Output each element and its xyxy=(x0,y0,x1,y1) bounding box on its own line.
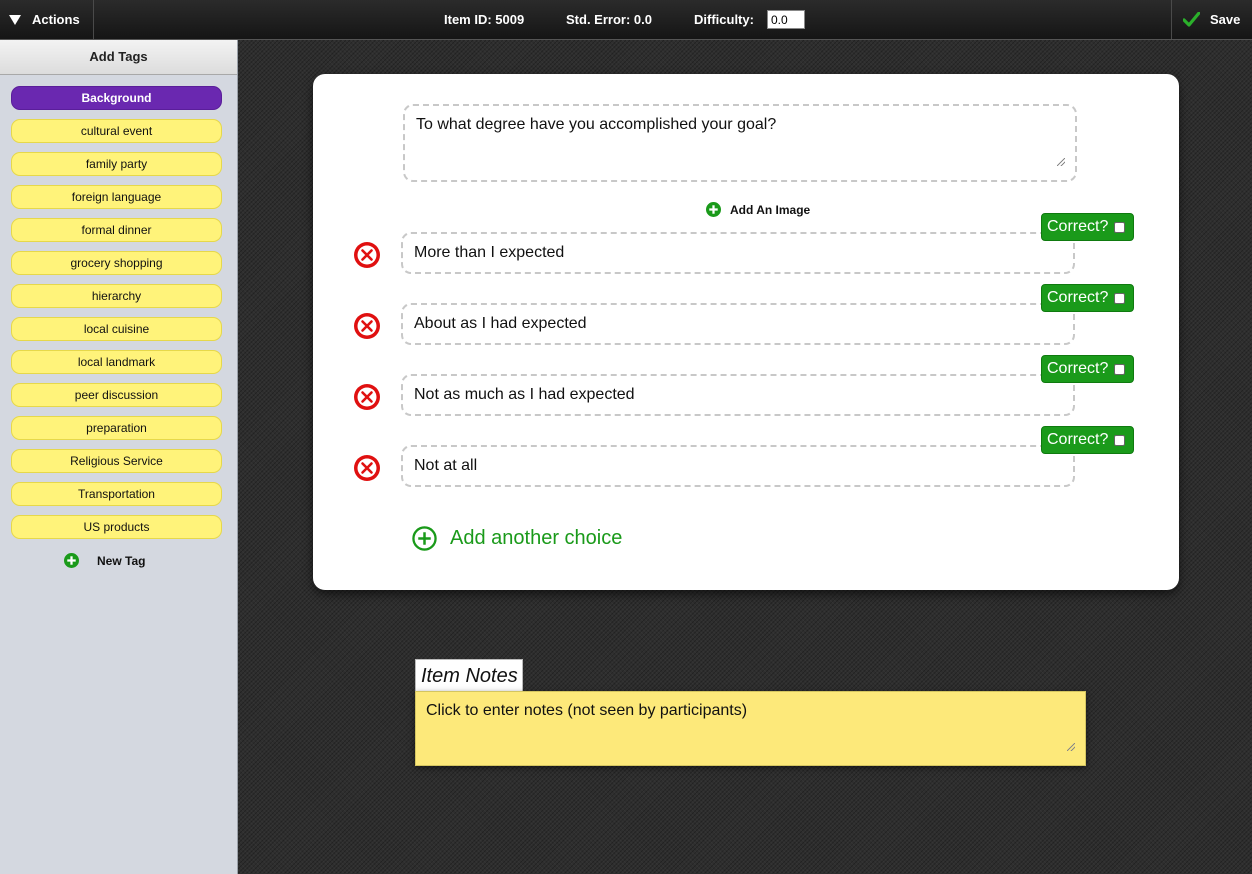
save-button[interactable]: Save xyxy=(1171,0,1252,39)
choice-row: About as I had expected Correct? xyxy=(353,284,1134,345)
question-text: To what degree have you accomplished you… xyxy=(416,116,777,133)
tag-grocery-shopping[interactable]: grocery shopping xyxy=(11,251,222,275)
tag-transportation[interactable]: Transportation xyxy=(11,482,222,506)
correct-toggle[interactable]: Correct? xyxy=(1041,213,1134,241)
tag-cultural-event[interactable]: cultural event xyxy=(11,119,222,143)
plus-circle-icon xyxy=(706,202,721,217)
item-notes-tab: Item Notes xyxy=(415,659,523,692)
add-image-button[interactable]: Add An Image xyxy=(706,202,810,217)
correct-label: Correct? xyxy=(1047,360,1109,377)
correct-toggle[interactable]: Correct? xyxy=(1041,284,1134,312)
correct-toggle[interactable]: Correct? xyxy=(1041,426,1134,454)
tags-sidebar: Add Tags Background cultural event famil… xyxy=(0,40,238,874)
question-textarea[interactable]: To what degree have you accomplished you… xyxy=(403,104,1077,182)
correct-label: Correct? xyxy=(1047,218,1109,235)
correct-checkbox[interactable] xyxy=(1114,364,1125,375)
remove-choice-icon[interactable] xyxy=(353,241,381,269)
choice-input[interactable]: About as I had expected xyxy=(401,303,1075,345)
choice-input[interactable]: Not as much as I had expected xyxy=(401,374,1075,416)
tag-preparation[interactable]: preparation xyxy=(11,416,222,440)
notes-placeholder: Click to enter notes (not seen by partic… xyxy=(426,702,748,719)
tag-formal-dinner[interactable]: formal dinner xyxy=(11,218,222,242)
question-card: To what degree have you accomplished you… xyxy=(313,74,1179,590)
tag-religious-service[interactable]: Religious Service xyxy=(11,449,222,473)
correct-checkbox[interactable] xyxy=(1114,293,1125,304)
remove-choice-icon[interactable] xyxy=(353,383,381,411)
choice-input[interactable]: Not at all xyxy=(401,445,1075,487)
correct-checkbox[interactable] xyxy=(1114,222,1125,233)
remove-choice-icon[interactable] xyxy=(353,454,381,482)
item-id-text: Item ID: 5009 xyxy=(444,12,525,27)
resize-grip-icon[interactable] xyxy=(1057,158,1065,166)
choice-input[interactable]: More than I expected xyxy=(401,232,1075,274)
actions-label: Actions xyxy=(32,12,80,27)
tag-hierarchy[interactable]: hierarchy xyxy=(11,284,222,308)
actions-menu-button[interactable]: Actions xyxy=(0,0,94,39)
save-label: Save xyxy=(1210,12,1241,27)
choice-row: Not as much as I had expected Correct? xyxy=(353,355,1134,416)
checkmark-icon xyxy=(1183,12,1200,27)
top-toolbar: Actions Item ID: 5009 Std. Error: 0.0 Di… xyxy=(0,0,1252,40)
new-tag-label: New Tag xyxy=(97,553,146,568)
difficulty-label: Difficulty: xyxy=(694,12,754,27)
plus-circle-icon xyxy=(64,553,79,568)
std-error-text: Std. Error: 0.0 xyxy=(566,12,652,27)
resize-grip-icon[interactable] xyxy=(1067,743,1075,751)
choice-row: Not at all Correct? xyxy=(353,426,1134,487)
difficulty-input[interactable] xyxy=(767,10,805,29)
sidebar-header: Add Tags xyxy=(0,40,237,75)
tag-family-party[interactable]: family party xyxy=(11,152,222,176)
correct-checkbox[interactable] xyxy=(1114,435,1125,446)
add-choice-label: Add another choice xyxy=(450,527,623,549)
item-notes-textarea[interactable]: Click to enter notes (not seen by partic… xyxy=(415,691,1086,766)
remove-choice-icon[interactable] xyxy=(353,312,381,340)
tag-local-landmark[interactable]: local landmark xyxy=(11,350,222,374)
choice-row: More than I expected Correct? xyxy=(353,213,1134,274)
new-tag-button[interactable]: New Tag xyxy=(64,553,145,568)
triangle-down-icon xyxy=(9,14,21,25)
correct-label: Correct? xyxy=(1047,431,1109,448)
tag-foreign-language[interactable]: foreign language xyxy=(11,185,222,209)
add-image-label: Add An Image xyxy=(730,202,811,217)
plus-circle-icon xyxy=(412,526,437,551)
tag-us-products[interactable]: US products xyxy=(11,515,222,539)
add-choice-button[interactable]: Add another choice xyxy=(412,526,622,551)
tag-background[interactable]: Background xyxy=(11,86,222,110)
correct-toggle[interactable]: Correct? xyxy=(1041,355,1134,383)
tag-local-cuisine[interactable]: local cuisine xyxy=(11,317,222,341)
tag-peer-discussion[interactable]: peer discussion xyxy=(11,383,222,407)
correct-label: Correct? xyxy=(1047,289,1109,306)
